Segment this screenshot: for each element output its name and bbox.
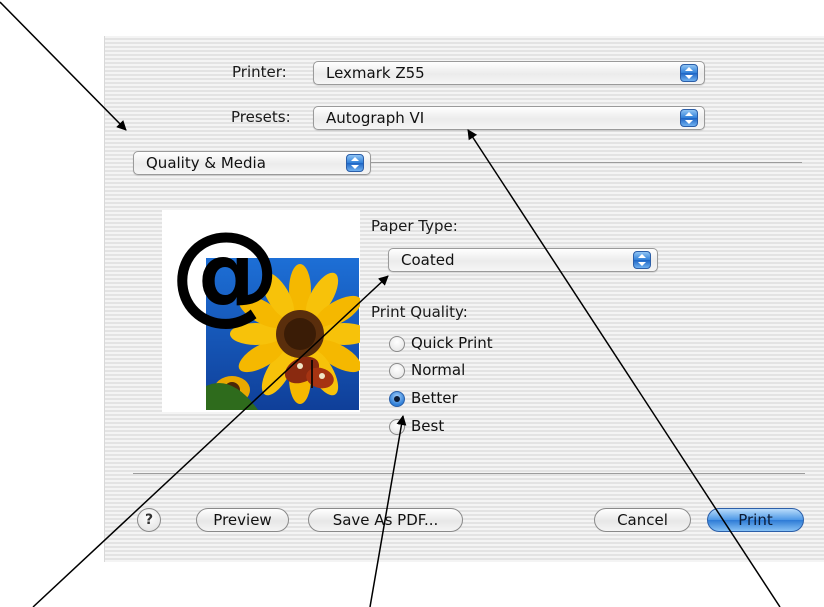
arrow-to-best-option [369,415,407,607]
arrow-to-presets-label [0,1,127,131]
arrow-to-paper-type [32,275,389,607]
arrow-to-presets-value [467,129,781,607]
annotation-arrows [0,1,781,607]
